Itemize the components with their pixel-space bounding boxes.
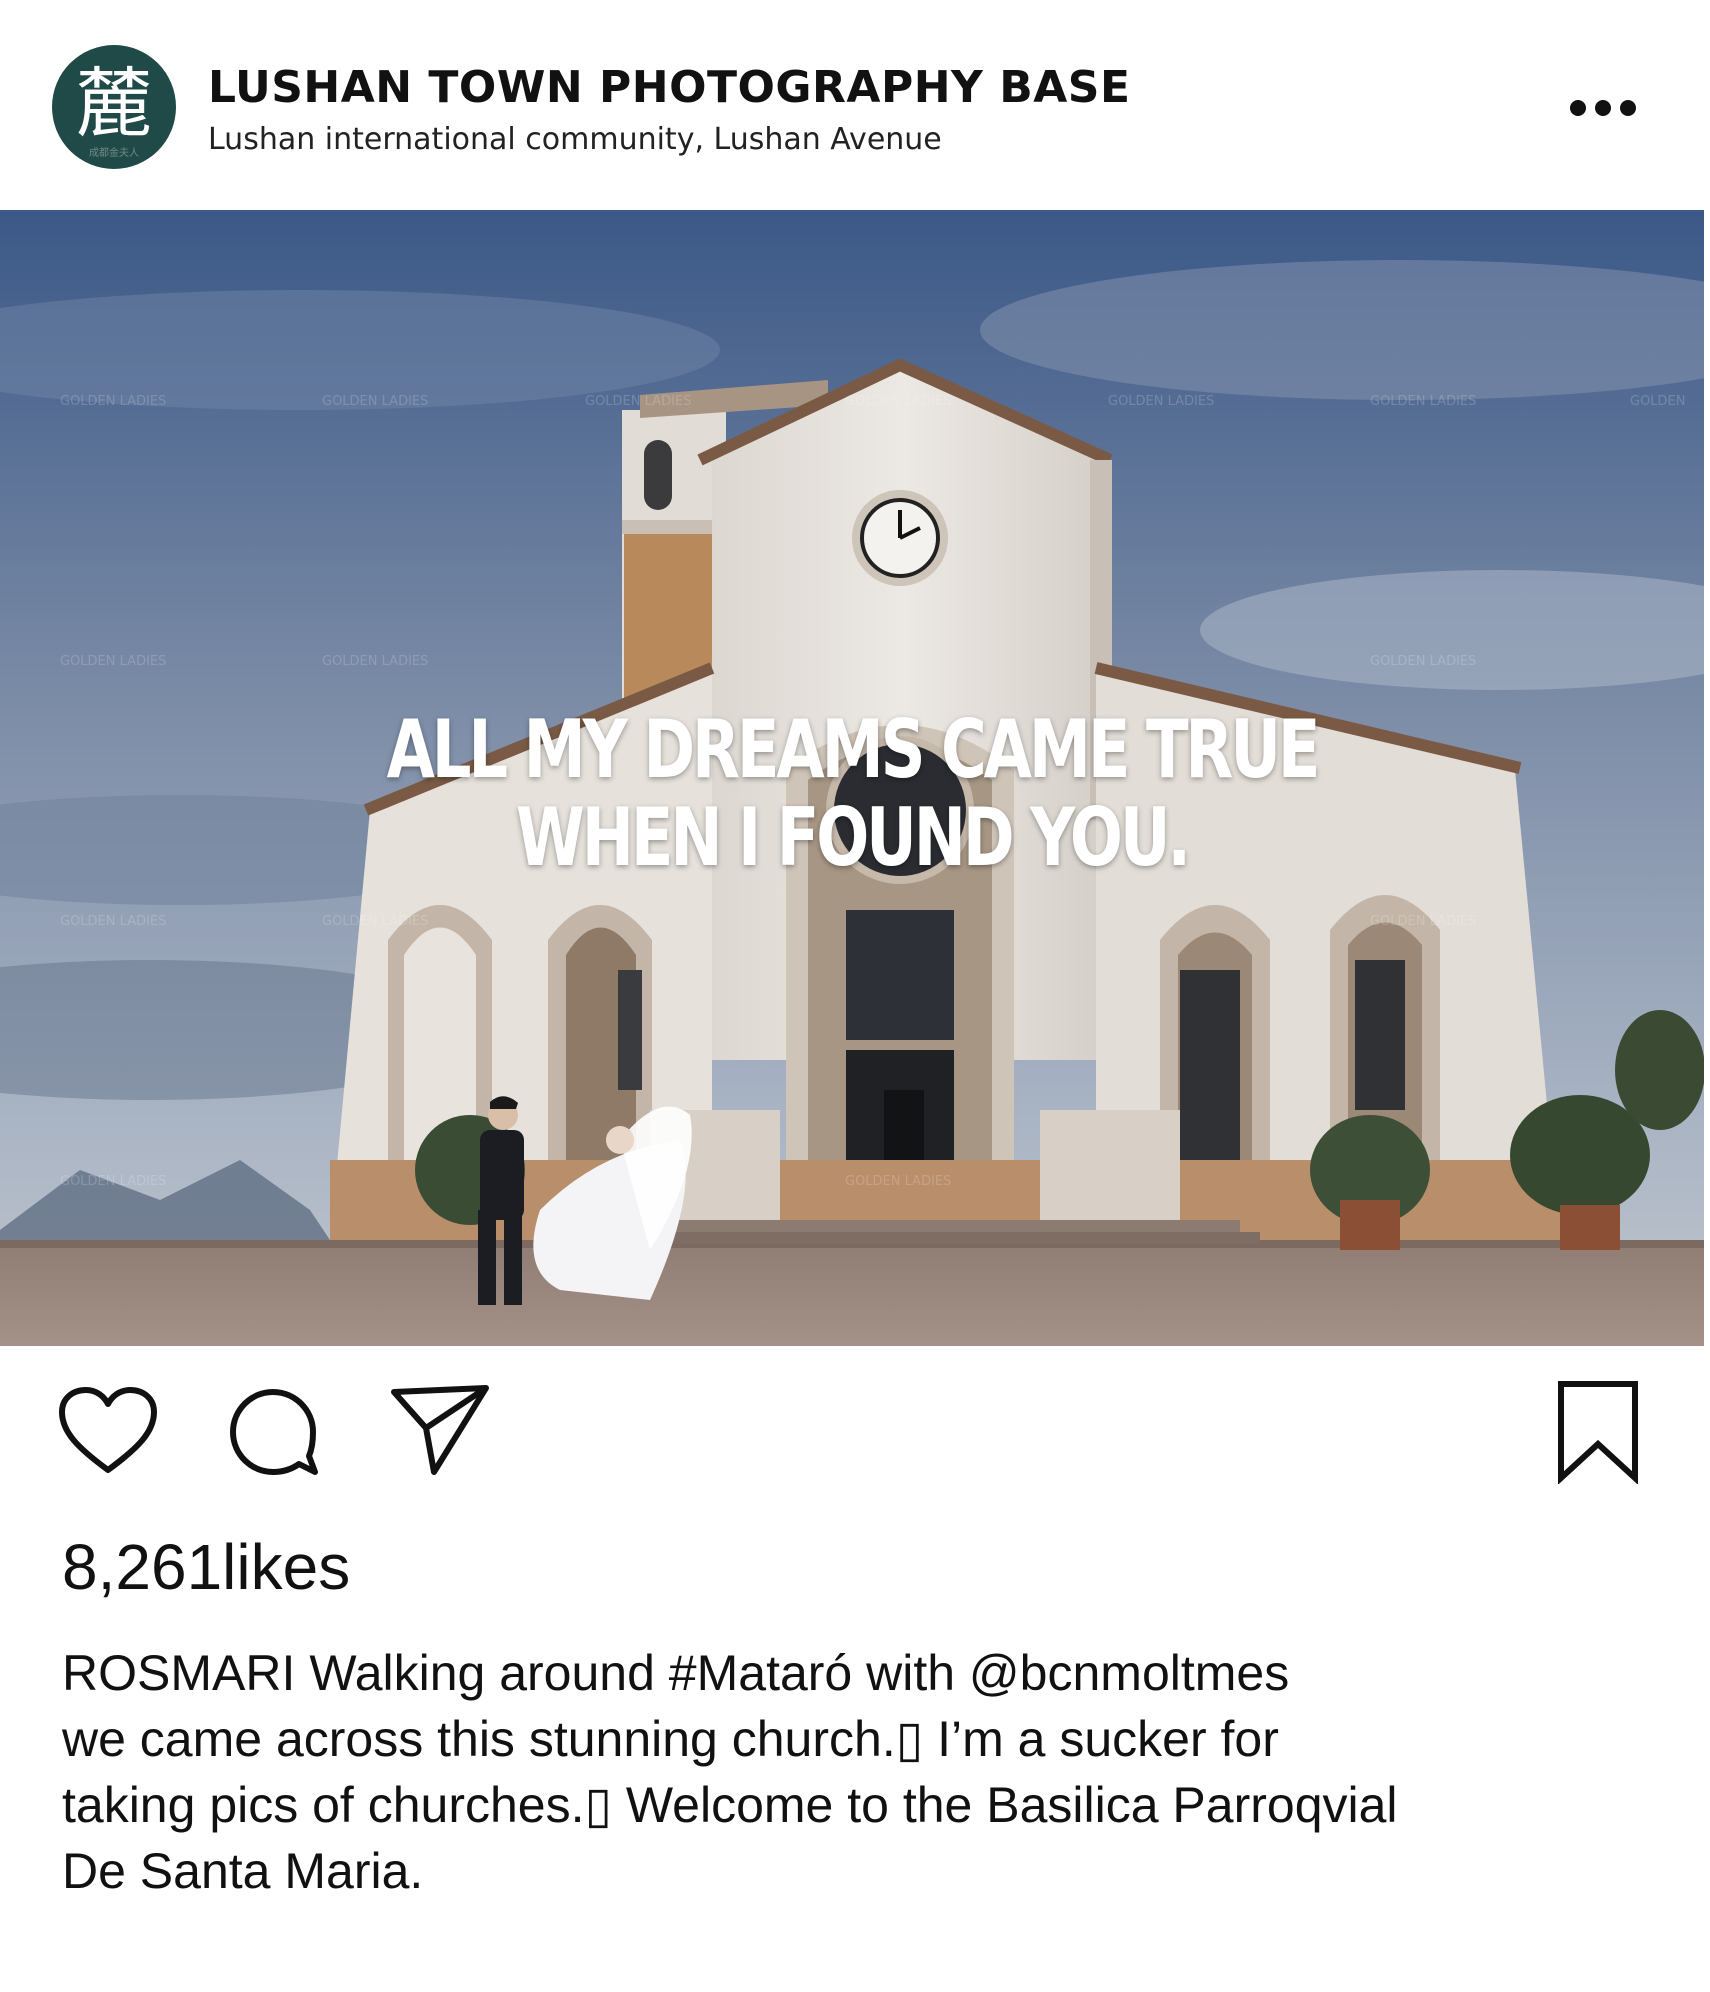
caption-username[interactable]: ROSMARI	[62, 1645, 295, 1701]
svg-text:GOLDEN LADIES: GOLDEN LADIES	[585, 394, 691, 409]
location-label[interactable]: Lushan international community, Lushan A…	[208, 122, 942, 157]
svg-text:GOLDEN LADIES: GOLDEN LADIES	[845, 1174, 951, 1189]
svg-text:GOLDEN LADIES: GOLDEN LADIES	[322, 394, 428, 409]
speech-bubble-icon[interactable]	[225, 1384, 321, 1480]
post-photo[interactable]: GOLDEN LADIES GOLDEN LADIES GOLDEN LADIE…	[0, 210, 1704, 1346]
caption-line-3: taking pics of churches.▯ Welcome to the…	[62, 1777, 1398, 1833]
caption-text-1: Walking around #Mataró with @bcnmoltmes	[309, 1645, 1290, 1701]
svg-text:GOLDEN LADIES: GOLDEN LADIES	[1108, 394, 1214, 409]
more-options-button[interactable]	[1570, 90, 1636, 126]
avatar-logo-glyph: 麓	[76, 59, 152, 148]
more-dot	[1570, 100, 1586, 116]
svg-text:GOLDEN LADIES: GOLDEN LADIES	[60, 914, 166, 929]
account-name[interactable]: LUSHAN TOWN PHOTOGRAPHY BASE	[208, 62, 1131, 113]
svg-text:GOLDEN LADIES: GOLDEN LADIES	[60, 1174, 166, 1189]
action-bar	[0, 1346, 1710, 1516]
svg-text:GOLDEN LADIES: GOLDEN LADIES	[322, 914, 428, 929]
image-overlay-text: ALL MY DREAMS CAME TRUE WHEN I FOUND YOU…	[187, 706, 1516, 882]
svg-text:GOLDEN LADIES: GOLDEN LADIES	[60, 394, 166, 409]
avatar[interactable]: 麓 成都金夫人	[52, 45, 176, 169]
bookmark-icon[interactable]	[1555, 1380, 1641, 1485]
overlay-line-2: WHEN I FOUND YOU.	[516, 791, 1191, 884]
post-header: 麓 成都金夫人 LUSHAN TOWN PHOTOGRAPHY BASE Lus…	[0, 0, 1710, 210]
post-caption: ROSMARI Walking around #Mataró with @bcnm…	[62, 1640, 1622, 1904]
likes-count[interactable]: 8,261likes	[62, 1530, 350, 1604]
avatar-logo-caption: 成都金夫人	[89, 148, 139, 159]
more-dot	[1620, 100, 1636, 116]
svg-text:GOLDEN LADIES: GOLDEN LADIES	[1370, 914, 1476, 929]
paper-plane-icon[interactable]	[390, 1382, 490, 1478]
caption-line-1: ROSMARI Walking around #Mataró with @bcnm…	[62, 1640, 1622, 1706]
likes-unit: likes	[222, 1531, 351, 1603]
svg-text:GOLDEN LADIES: GOLDEN LADIES	[322, 654, 428, 669]
svg-text:GOLDEN LADIES: GOLDEN LADIES	[1370, 654, 1476, 669]
svg-text:GOLDEN LADIES: GOLDEN LADIES	[60, 654, 166, 669]
more-dot	[1595, 100, 1611, 116]
svg-text:GOLDEN LADIES: GOLDEN LADIES	[1370, 394, 1476, 409]
caption-line-2: we came across this stunning church.▯ I’…	[62, 1711, 1279, 1767]
heart-icon[interactable]	[58, 1386, 158, 1476]
svg-text:GOLDEN LADIES: GOLDEN LADIES	[845, 394, 951, 409]
likes-number: 8,261	[62, 1531, 223, 1603]
svg-text:GOLDEN: GOLDEN	[1630, 394, 1686, 409]
overlay-line-1: ALL MY DREAMS CAME TRUE	[386, 703, 1321, 796]
caption-line-4: De Santa Maria.	[62, 1843, 424, 1899]
